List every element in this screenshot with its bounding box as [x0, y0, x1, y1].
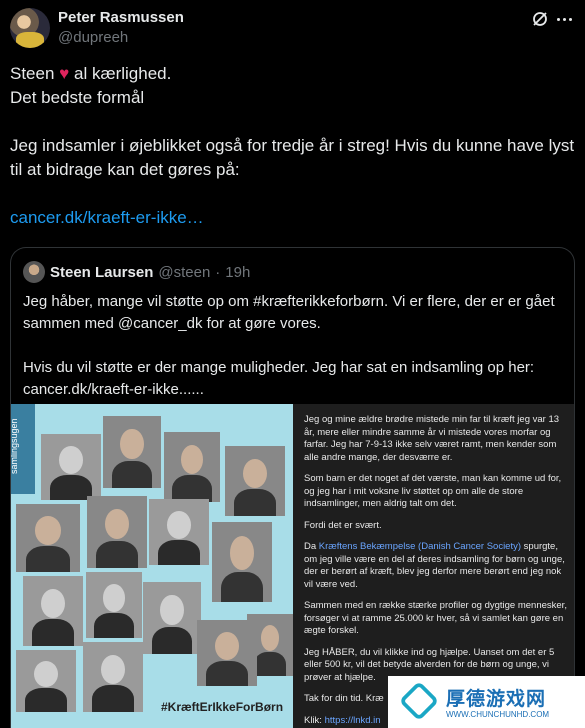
tweet-text: Steen ♥ al kærlighed. Det bedste formål …	[10, 62, 575, 230]
site-watermark: 厚德游戏网 WWW.CHUNCHUNHD.COM	[388, 676, 585, 728]
quote-para1: Jeg håber, mange vil støtte op om #kræft…	[23, 293, 555, 332]
quote-time[interactable]: 19h	[225, 264, 250, 281]
portrait-photo	[83, 642, 143, 712]
panel-paragraph: Sammen med en række stærke profiler og d…	[304, 600, 567, 636]
text-line2: Det bedste formål	[10, 88, 145, 107]
portrait-photo	[87, 496, 147, 568]
tweet-link[interactable]: cancer.dk/kraeft-er-ikke…	[10, 206, 575, 230]
avatar[interactable]	[10, 8, 50, 48]
panel-text: Klik:	[304, 714, 322, 726]
watermark-url: WWW.CHUNCHUNHD.COM	[446, 710, 550, 719]
author-name[interactable]: Peter Rasmussen	[58, 9, 184, 26]
heart-emoji-icon: ♥	[59, 64, 70, 83]
panel-paragraph: Som barn er det noget af det værste, man…	[304, 473, 562, 509]
portrait-photo	[41, 434, 101, 500]
portrait-photo	[225, 446, 285, 516]
campaign-side-tag: samlingsugen	[11, 404, 35, 494]
panel-org-link: Kræftens Bekæmpelse (Danish Cancer Socie…	[318, 541, 522, 552]
quote-author-handle[interactable]: @steen	[158, 264, 210, 281]
portrait-photo	[103, 416, 161, 488]
quote-header: Steen Laursen @steen · 19h	[23, 260, 250, 284]
watermark-logo-icon	[398, 680, 440, 722]
portrait-photo	[149, 499, 209, 565]
photo-collage: samlingsugen #KræftErIkkeForBørn	[11, 404, 293, 728]
author-handle[interactable]: @dupreeh	[58, 29, 128, 46]
portrait-photo	[164, 432, 220, 502]
tweet: Peter Rasmussen @dupreeh Steen ♥ al kærl…	[0, 0, 585, 728]
quote-separator: ·	[215, 263, 221, 281]
panel-paragraph: Jeg og mine ældre brødre mistede min far…	[304, 414, 560, 463]
portrait-photo	[86, 572, 142, 638]
grok-icon[interactable]	[531, 10, 549, 28]
quote-author-name[interactable]: Steen Laursen	[50, 264, 153, 281]
portrait-photo	[16, 504, 80, 572]
quoted-tweet[interactable]: Steen Laursen @steen · 19h Jeg håber, ma…	[10, 247, 575, 728]
more-options-icon[interactable]	[557, 12, 575, 26]
panel-paragraph: Da Kræftens Bekæmpelse (Danish Cancer So…	[304, 541, 568, 591]
portrait-photo	[197, 620, 257, 686]
quote-para2: Hvis du vil støtte er der mange mulighed…	[23, 359, 535, 398]
tweet-header: Peter Rasmussen @dupreeh	[10, 8, 575, 48]
panel-url: https://lnkd.in	[324, 714, 381, 726]
watermark-title: 厚德游戏网	[446, 689, 547, 710]
portrait-photo	[23, 576, 83, 646]
panel-text: Da	[304, 541, 317, 552]
text-line1-end: al kærlighed.	[74, 64, 172, 83]
quote-avatar[interactable]	[23, 261, 45, 283]
text-paragraph: Jeg indsamler i øjeblikket også for tred…	[10, 136, 575, 179]
text-line1-start: Steen	[10, 64, 55, 83]
quote-text: Jeg håber, mange vil støtte op om #kræft…	[23, 291, 563, 401]
portrait-photo	[16, 650, 76, 712]
campaign-hashtag: #KræftErIkkeForBørn	[161, 700, 284, 714]
panel-paragraph: Fordi det er svært.	[304, 519, 382, 531]
portrait-photo	[143, 582, 201, 654]
portrait-photo	[212, 522, 272, 602]
